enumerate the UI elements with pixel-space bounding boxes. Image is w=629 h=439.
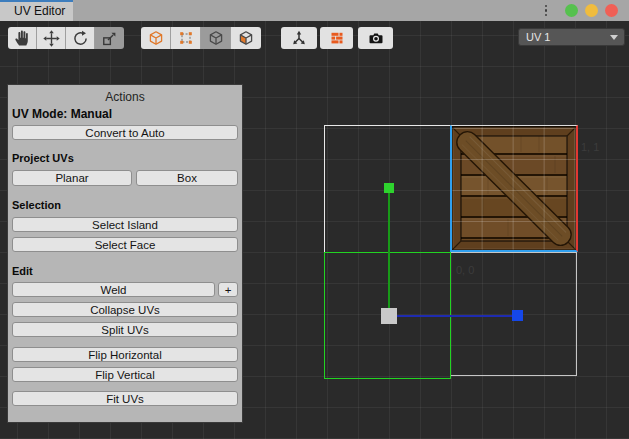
planar-button[interactable]: Planar bbox=[12, 170, 132, 186]
rotate-tool-button[interactable] bbox=[66, 27, 95, 49]
gizmo-x-axis-line bbox=[397, 315, 512, 317]
spread-arrows-icon bbox=[291, 30, 307, 46]
edge-cube-icon bbox=[208, 30, 224, 46]
title-bar: UV Editor bbox=[0, 0, 629, 21]
move-icon bbox=[43, 30, 60, 47]
project-uvs-label: Project UVs bbox=[12, 152, 74, 164]
yellow-status-icon[interactable] bbox=[585, 4, 598, 17]
uv-channel-dropdown[interactable]: UV 1 bbox=[518, 28, 625, 46]
panel-title: Actions bbox=[8, 90, 242, 104]
flip-vertical-button[interactable]: Flip Vertical bbox=[12, 367, 238, 382]
convert-to-auto-button[interactable]: Convert to Auto bbox=[12, 125, 238, 140]
tab-uv-editor[interactable]: UV Editor bbox=[0, 0, 73, 21]
green-status-icon[interactable] bbox=[565, 4, 578, 17]
chevron-down-icon bbox=[610, 35, 618, 40]
fit-uvs-button[interactable]: Fit UVs bbox=[12, 391, 238, 406]
face-mode-button[interactable] bbox=[231, 27, 261, 49]
pan-tool-button[interactable] bbox=[8, 27, 37, 49]
gizmo-x-handle[interactable] bbox=[512, 310, 523, 321]
vertex-mode-button[interactable] bbox=[171, 27, 201, 49]
scale-tool-button[interactable] bbox=[95, 27, 124, 49]
weld-options-button[interactable]: + bbox=[218, 282, 238, 297]
edit-label: Edit bbox=[12, 265, 33, 277]
select-island-button[interactable]: Select Island bbox=[12, 217, 238, 232]
bricks-icon bbox=[329, 30, 345, 46]
selection-label: Selection bbox=[12, 199, 61, 211]
uv-quad-texture-border[interactable] bbox=[450, 125, 578, 252]
select-face-button[interactable]: Select Face bbox=[12, 237, 238, 252]
gizmo-pivot-handle[interactable] bbox=[381, 308, 397, 324]
scale-icon bbox=[101, 30, 118, 47]
red-status-icon[interactable] bbox=[605, 4, 618, 17]
box-button[interactable]: Box bbox=[136, 170, 238, 186]
window-controls bbox=[545, 0, 619, 21]
flip-horizontal-button[interactable]: Flip Horizontal bbox=[12, 347, 238, 362]
rotate-icon bbox=[72, 30, 89, 47]
hand-icon bbox=[13, 29, 31, 47]
split-uvs-button[interactable]: Split UVs bbox=[12, 322, 238, 337]
face-cube-icon bbox=[238, 30, 254, 46]
kebab-menu-icon[interactable] bbox=[545, 5, 548, 17]
texture-mode-button[interactable] bbox=[320, 27, 353, 49]
edge-mode-button[interactable] bbox=[201, 27, 231, 49]
camera-icon bbox=[368, 30, 384, 46]
weld-button[interactable]: Weld bbox=[12, 282, 215, 297]
gizmo-y-axis-line bbox=[388, 193, 390, 315]
uv-channel-value: UV 1 bbox=[526, 31, 550, 43]
vertex-icon bbox=[178, 30, 194, 46]
selection-mode-group bbox=[141, 27, 261, 49]
gizmo-y-handle[interactable] bbox=[384, 183, 394, 193]
move-tool-button[interactable] bbox=[37, 27, 66, 49]
tool-group bbox=[8, 27, 124, 49]
screenshot-button[interactable] bbox=[358, 27, 393, 49]
collapse-uvs-button[interactable]: Collapse UVs bbox=[12, 302, 238, 317]
project-uv-template-button[interactable] bbox=[281, 27, 317, 49]
object-mode-button[interactable] bbox=[141, 27, 171, 49]
object-cube-icon bbox=[148, 30, 164, 46]
actions-panel: Actions UV Mode: Manual Convert to Auto … bbox=[7, 84, 243, 423]
uv-mode-label: UV Mode: Manual bbox=[12, 107, 112, 121]
